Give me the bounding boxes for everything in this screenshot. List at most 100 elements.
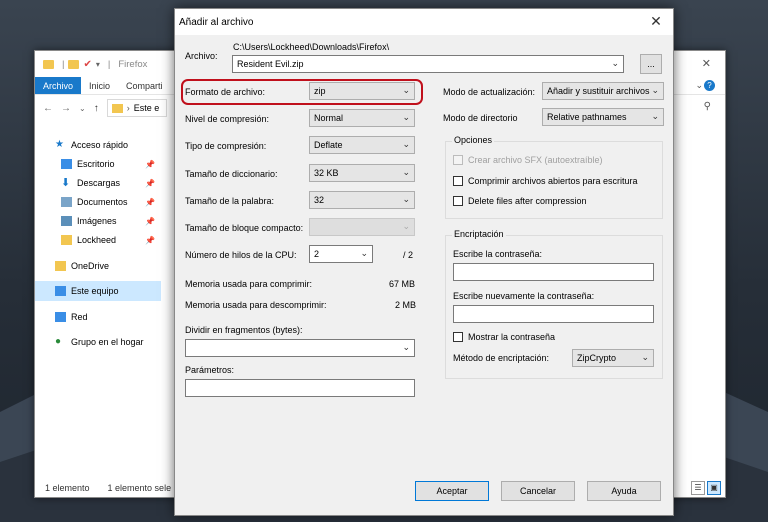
method-select[interactable]: Deflate ⌄ [309, 136, 415, 154]
encryption-title: Encriptación [452, 229, 506, 239]
close-icon[interactable]: ✕ [647, 12, 665, 30]
chevron-down-icon[interactable]: ⌄ [79, 104, 86, 113]
download-icon: ⬇ [61, 177, 71, 189]
enc-method-value: ZipCrypto [577, 353, 617, 363]
mem-comp-label: Memoria usada para comprimir: [185, 279, 313, 289]
solid-select[interactable]: ⌄ [309, 218, 415, 236]
sfx-checkbox[interactable]: Crear archivo SFX (autoextraíble) [453, 155, 603, 165]
password-confirm-input[interactable] [453, 305, 654, 323]
close-icon[interactable]: ✕ [702, 57, 711, 70]
format-select[interactable]: zip ⌄ [309, 82, 415, 100]
word-select[interactable]: 32 ⌄ [309, 191, 415, 209]
pin-icon[interactable]: 📌 [145, 160, 155, 169]
view-toggle: ☰ ▣ [691, 481, 721, 495]
tab-compartir[interactable]: Comparti [118, 77, 171, 94]
explorer-title: Firefox [118, 58, 148, 70]
status-selected-count: 1 elemento sele [107, 483, 172, 493]
sidebar-item-lockheed[interactable]: Lockheed 📌 [35, 230, 161, 250]
chevron-down-icon[interactable]: ⌄ [695, 80, 703, 91]
params-input[interactable] [185, 379, 415, 397]
pin-icon[interactable]: 📌 [145, 179, 155, 188]
sidebar-item-imagenes[interactable]: Imágenes 📌 [35, 211, 161, 231]
checkmark-icon: ✔ [83, 58, 92, 70]
chevron-down-icon: ⌄ [611, 58, 619, 68]
solid-label: Tamaño de bloque compacto: [185, 223, 304, 233]
chevron-down-icon: ⌄ [402, 85, 410, 95]
large-icons-view-icon[interactable]: ▣ [707, 481, 721, 495]
dict-select[interactable]: 32 KB ⌄ [309, 164, 415, 182]
chevron-down-icon: ⌄ [402, 167, 410, 177]
sidebar-item-red[interactable]: Red [35, 307, 161, 327]
enc-method-select[interactable]: ZipCrypto ⌄ [572, 349, 654, 367]
tab-inicio[interactable]: Inicio [81, 77, 118, 94]
shared-files-label: Comprimir archivos abiertos para escritu… [468, 176, 638, 186]
address-bar[interactable]: › Este e [106, 99, 167, 117]
split-combo[interactable]: ⌄ [185, 339, 415, 357]
sidebar-item-acceso-rapido[interactable]: ★ Acceso rápido [35, 135, 161, 155]
network-icon [55, 312, 66, 322]
back-arrow-icon[interactable]: ← [43, 103, 53, 114]
options-title: Opciones [452, 135, 495, 145]
sidebar-item-label: Imágenes [77, 216, 117, 226]
shared-files-checkbox[interactable]: Comprimir archivos abiertos para escritu… [453, 176, 638, 186]
folder-icon [68, 59, 80, 69]
navigation-pane: ★ Acceso rápido Escritorio 📌 ⬇ Descargas… [35, 131, 161, 471]
chevron-down-icon: ⌄ [402, 112, 410, 122]
computer-icon [55, 286, 66, 296]
params-label: Parámetros: [185, 365, 235, 375]
sidebar-item-este-equipo[interactable]: Este equipo [35, 281, 161, 301]
sidebar-item-grupo-hogar[interactable]: ● Grupo en el hogar [35, 332, 161, 352]
folder-icon [55, 261, 66, 271]
up-arrow-icon[interactable]: ↑ [94, 103, 99, 114]
tab-archivo[interactable]: Archivo [35, 77, 82, 94]
folder-icon [43, 59, 54, 69]
password-label: Escribe la contraseña: [453, 249, 543, 259]
chevron-down-icon: ⌄ [641, 352, 649, 362]
chevron-down-icon: ⌄ [402, 139, 410, 149]
show-password-label: Mostrar la contraseña [468, 332, 556, 342]
format-label: Formato de archivo: [185, 87, 266, 97]
delete-after-checkbox[interactable]: Delete files after compression [453, 196, 587, 206]
level-value: Normal [314, 113, 344, 123]
details-view-icon[interactable]: ☰ [691, 481, 705, 495]
pin-icon[interactable]: 📌 [145, 236, 155, 245]
pin-icon[interactable]: 📌 [145, 217, 155, 226]
accept-button[interactable]: Aceptar [415, 481, 489, 501]
dict-label: Tamaño de diccionario: [185, 169, 278, 179]
chevron-down-icon: ⌄ [360, 248, 368, 258]
pictures-icon [61, 216, 72, 226]
homegroup-icon: ● [55, 336, 62, 347]
sidebar-item-descargas[interactable]: ⬇ Descargas 📌 [35, 173, 161, 193]
help-icon[interactable]: ? [704, 80, 715, 91]
split-label: Dividir en fragmentos (bytes): [185, 325, 303, 335]
threads-select[interactable]: 2 ⌄ [309, 245, 373, 263]
chevron-down-icon[interactable]: ▾ [96, 60, 100, 69]
archive-name-combo[interactable]: Resident Evil.zip ⌄ [232, 55, 624, 73]
browse-button[interactable]: ... [640, 54, 662, 74]
status-bar: 1 elemento 1 elemento sele [45, 483, 171, 493]
sidebar-item-escritorio[interactable]: Escritorio 📌 [35, 154, 161, 174]
desktop-icon [61, 159, 72, 169]
level-select[interactable]: Normal ⌄ [309, 109, 415, 127]
sidebar-item-label: Lockheed [77, 235, 117, 245]
sidebar-item-documentos[interactable]: Documentos 📌 [35, 192, 161, 212]
forward-arrow-icon[interactable]: → [61, 103, 71, 114]
explorer-title-sep: | [62, 58, 65, 70]
pin-icon[interactable]: 📌 [145, 198, 155, 207]
search-icon[interactable]: ⚲ [704, 101, 711, 112]
sfx-label: Crear archivo SFX (autoextraíble) [468, 155, 603, 165]
update-select[interactable]: Añadir y sustituir archivos ⌄ [542, 82, 664, 100]
chevron-down-icon: ⌄ [402, 221, 410, 231]
folder-icon [111, 103, 123, 113]
sidebar-item-onedrive[interactable]: OneDrive [35, 256, 161, 276]
dialog-titlebar: Añadir al archivo ✕ [175, 9, 673, 35]
show-password-checkbox[interactable]: Mostrar la contraseña [453, 332, 555, 342]
sidebar-item-label: Este equipo [71, 286, 119, 296]
path-label: Modo de directorio [443, 113, 518, 123]
password-input[interactable] [453, 263, 654, 281]
path-select[interactable]: Relative pathnames ⌄ [542, 108, 664, 126]
help-button[interactable]: Ayuda [587, 481, 661, 501]
enc-method-label: Método de encriptación: [453, 353, 550, 363]
cancel-button[interactable]: Cancelar [501, 481, 575, 501]
chevron-right-icon: › [126, 103, 130, 113]
